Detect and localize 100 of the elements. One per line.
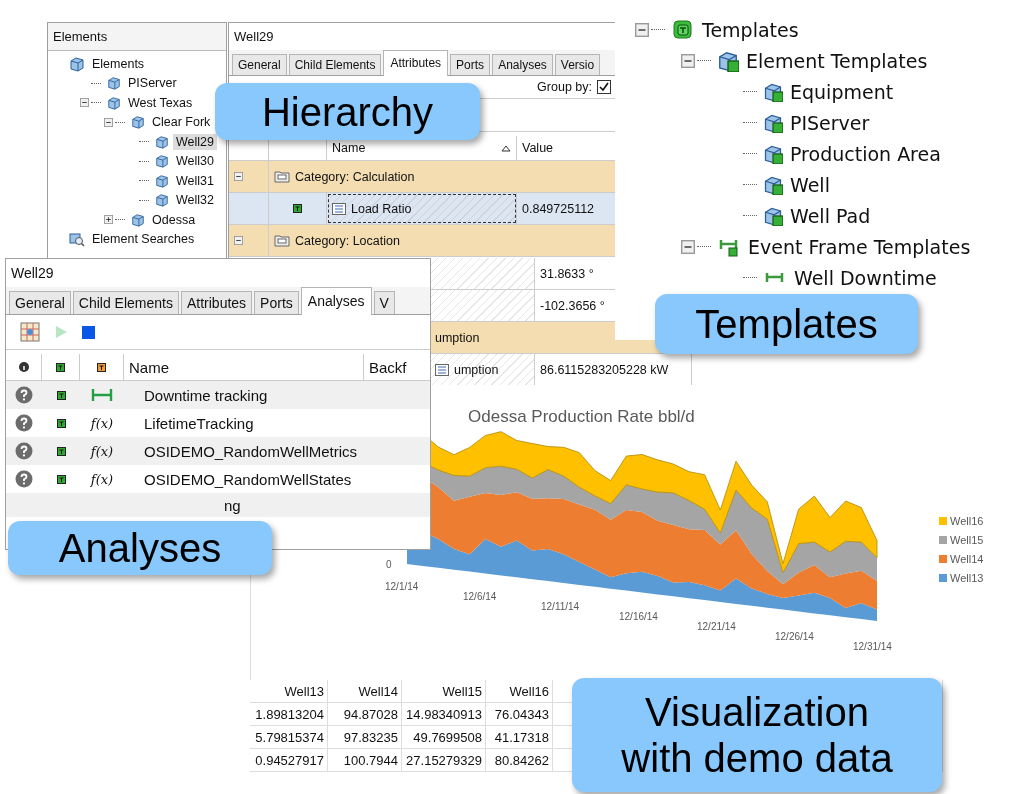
column-header: Well15 — [402, 680, 486, 703]
help-icon — [15, 442, 33, 460]
axis-label: 0 — [386, 559, 392, 570]
sort-arrow-icon — [501, 144, 511, 152]
tab[interactable]: Attributes — [180, 291, 253, 314]
column-header: Well16 — [486, 680, 553, 703]
axis-label: 12/21/14 — [697, 621, 736, 632]
tree-item[interactable]: Equipment — [787, 79, 897, 104]
cube-icon — [131, 212, 145, 227]
tab[interactable]: Ports — [254, 291, 299, 314]
tab[interactable]: Analyses — [300, 287, 372, 315]
tab[interactable]: Attributes — [383, 50, 449, 76]
column-header[interactable]: Backf — [369, 358, 407, 376]
template-badge-icon — [56, 446, 66, 456]
tree-item[interactable]: PIServer — [125, 75, 180, 92]
collapse-toggle[interactable] — [635, 22, 649, 37]
collapse-toggle[interactable] — [104, 117, 113, 127]
table-cell: 100.7944 — [328, 749, 402, 772]
group-by-label: Group by: — [537, 80, 592, 94]
tree-item[interactable]: Well Pad — [787, 203, 874, 228]
tree-item[interactable]: Production Area — [787, 141, 944, 166]
axis-label: 12/11/14 — [541, 601, 580, 612]
analysis-name[interactable]: Downtime tracking — [144, 386, 268, 404]
stop-icon[interactable] — [82, 325, 95, 339]
callout-label: Templates — [655, 294, 918, 354]
column-header[interactable]: Name — [332, 141, 366, 155]
analysis-badge-icon — [97, 362, 106, 372]
tab[interactable]: Child Elements — [288, 54, 382, 75]
analysis-name[interactable]: OSIDEMO_RandomWellMetrics — [144, 442, 358, 460]
analysis-name[interactable]: LifetimeTracking — [144, 414, 254, 432]
column-header[interactable]: Name — [129, 358, 169, 376]
tree-item[interactable]: Event Frame Templates — [745, 234, 974, 259]
analysis-grid-icon[interactable] — [20, 322, 40, 342]
axis-label: 12/26/14 — [775, 631, 814, 642]
table-cell: 49.7699508 — [402, 726, 486, 749]
table-cell: 76.04343 — [486, 703, 553, 726]
tree-item[interactable]: Well32 — [173, 192, 217, 209]
tree-item[interactable]: PIServer — [787, 110, 873, 135]
axis-label: 12/1/14 — [385, 581, 419, 592]
cube-icon — [131, 115, 145, 130]
expand-toggle[interactable] — [104, 215, 113, 225]
tab[interactable]: General — [232, 54, 287, 75]
cube-icon — [155, 134, 169, 149]
cube-icon — [155, 193, 169, 208]
template-cube-icon — [763, 112, 783, 133]
table-cell: 14.98340913 — [402, 703, 486, 726]
analysis-name[interactable]: OSIDEMO_RandomWellStates — [144, 470, 352, 488]
callout-label: Visualization with demo data — [572, 678, 942, 792]
table-cell: 5.79815374 — [250, 726, 328, 749]
tree-item[interactable]: Element Templates — [743, 48, 931, 73]
tree-item[interactable]: West Texas — [125, 94, 196, 111]
tree-item[interactable]: Element Searches — [89, 231, 198, 248]
collapse-toggle[interactable] — [80, 98, 89, 108]
attribute-value: 31.8633 ° — [540, 266, 594, 281]
category-label: Category: Location — [295, 233, 400, 248]
tab[interactable]: Ports — [450, 54, 491, 75]
tab[interactable]: Child Elements — [72, 291, 179, 314]
tree-item[interactable]: Odessa — [149, 211, 199, 228]
folder-icon — [274, 170, 290, 183]
tree-item[interactable]: Templates — [699, 17, 802, 42]
column-header[interactable]: Value — [522, 141, 554, 155]
tab[interactable]: Versio — [554, 54, 601, 75]
search-icon — [69, 231, 85, 248]
tab[interactable]: Analyses — [492, 54, 553, 75]
function-icon: f(x) — [90, 415, 114, 431]
tree-item[interactable]: Clear Fork — [149, 114, 214, 131]
tree-item[interactable]: Well — [787, 172, 833, 197]
table-cell: 97.83235 — [328, 726, 402, 749]
event-frame-icon — [91, 388, 113, 402]
tree-item[interactable]: Elements — [89, 55, 148, 72]
checkbox[interactable] — [597, 80, 611, 94]
tab[interactable]: General — [9, 291, 71, 314]
help-icon — [15, 470, 33, 488]
collapse-toggle[interactable] — [234, 236, 243, 245]
help-icon — [15, 414, 33, 432]
tree-item[interactable]: Well Downtime — [791, 265, 940, 290]
panel-title: Elements — [48, 23, 226, 51]
tab[interactable]: V — [373, 291, 395, 314]
list-icon — [435, 363, 449, 376]
table-cell: 80.84262 — [486, 749, 553, 772]
column-header: Well13 — [250, 680, 328, 703]
category-label: umption — [435, 330, 480, 345]
cube-icon — [107, 76, 121, 91]
cubes-icon — [69, 55, 85, 72]
template-cube-icon — [763, 143, 783, 164]
template-badge-icon — [56, 362, 65, 372]
tree-item[interactable]: Well29 — [173, 133, 217, 150]
template-badge-icon — [293, 204, 302, 213]
template-cube-icon — [717, 49, 739, 72]
analysis-name[interactable]: ng — [224, 496, 241, 514]
tree-item[interactable]: Well30 — [173, 153, 217, 170]
cube-icon — [155, 154, 169, 169]
callout-label: Analyses — [8, 521, 272, 575]
attribute-value: 86.6115283205228 kW — [540, 362, 669, 377]
function-icon: f(x) — [90, 443, 114, 459]
collapse-toggle[interactable] — [681, 53, 695, 68]
tree-item[interactable]: Well31 — [173, 172, 217, 189]
collapse-toggle[interactable] — [234, 172, 243, 181]
legend-label: Well14 — [950, 553, 984, 565]
collapse-toggle[interactable] — [681, 239, 695, 254]
